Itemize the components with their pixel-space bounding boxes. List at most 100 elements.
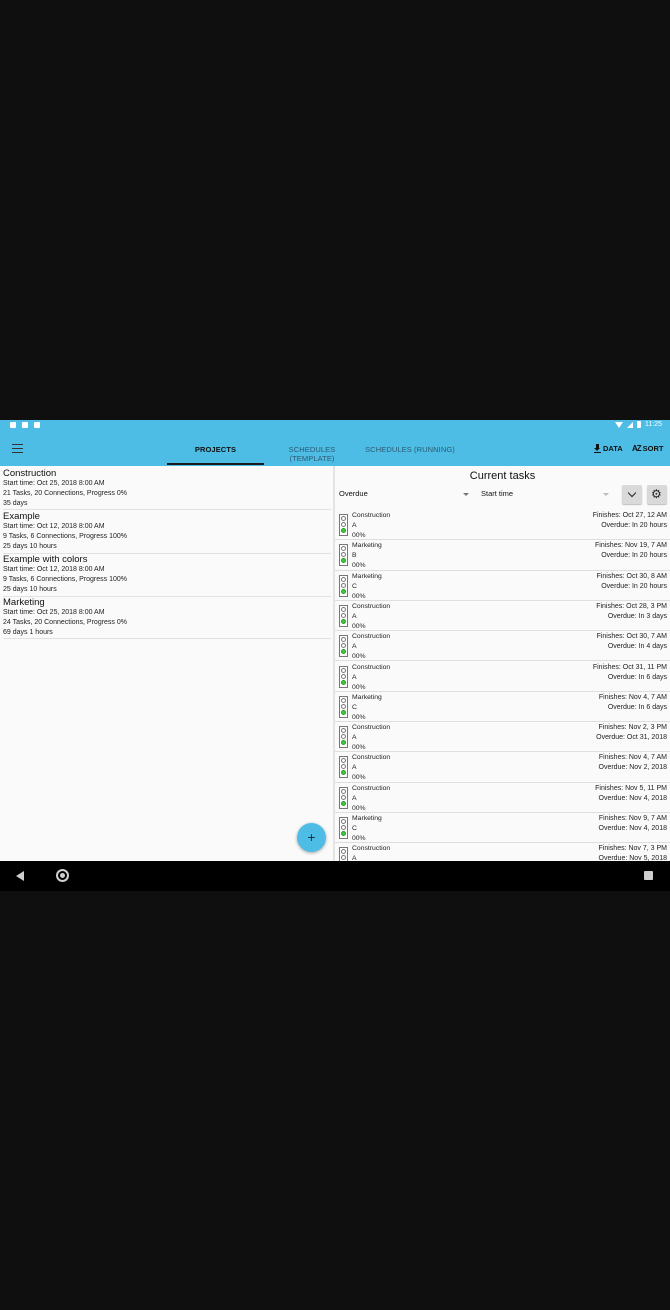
project-duration: 25 days 10 hours (3, 543, 57, 551)
project-duration: 25 days 10 hours (3, 586, 57, 594)
system-icons: 11:25 (615, 421, 662, 428)
lamp-off (341, 582, 346, 588)
lamp-green (341, 800, 346, 806)
task-finishes: Finishes: Oct 30, 8 AM (596, 572, 667, 580)
projects-list: Construction Start time: Oct 25, 2018 8:… (0, 466, 333, 861)
add-project-button[interactable]: + (297, 823, 326, 852)
task-row[interactable]: Marketing C 00% Finishes: Oct 30, 8 AM Overd… (335, 571, 670, 601)
task-finishes: Finishes: Nov 9, 7 AM (598, 815, 667, 822)
task-finishes: Finishes: Oct 27, 12 AM (592, 512, 667, 519)
task-row[interactable]: Construction A 00% Finishes: Oct 31, 11 PM O… (335, 662, 670, 692)
traffic-light-icon (339, 574, 348, 597)
sort-select[interactable]: Start time (481, 489, 609, 501)
task-project: Marketing (352, 693, 382, 701)
task-row[interactable]: Construction A 00% Finishes: Oct 30, 7 AM Ov… (335, 631, 670, 662)
task-name: B (352, 552, 357, 560)
tablet-screen: 11:25 PROJECTS SCHEDULES (TEMPLATE) SCHE… (0, 420, 670, 891)
task-name: A (352, 673, 357, 681)
task-project: Construction (352, 724, 391, 732)
task-row[interactable]: Marketing B 00% Finishes: Nov 19, 7 AM Overd… (335, 540, 670, 571)
lamp-off (341, 788, 346, 794)
task-project: Construction (352, 784, 391, 792)
task-row[interactable]: Construction A Finishes: Nov 7, 3 PM Overdu… (335, 843, 670, 861)
task-row[interactable]: Construction A 00% Finishes: Oct 28, 3 PM Ov… (335, 601, 670, 632)
expand-button[interactable] (622, 485, 642, 504)
tab-schedules-running[interactable]: SCHEDULES (RUNNING) (365, 445, 455, 454)
task-row[interactable]: Construction A 00% Finishes: Nov 5, 11 PM Ov… (335, 783, 670, 813)
task-overdue: Overdue: Nov 4, 2018 (598, 794, 668, 802)
lamp-off (341, 667, 346, 673)
task-name: A (352, 794, 357, 802)
lamp-off (341, 825, 346, 830)
home-icon[interactable] (56, 869, 69, 882)
lamp-off (341, 576, 346, 582)
lamp-green (341, 649, 346, 655)
sort-az-icon: AZ (632, 444, 642, 453)
task-overdue: Overdue: Nov 5, 2018 (598, 855, 668, 861)
task-project: Construction (352, 633, 391, 641)
lamp-off (341, 728, 346, 734)
task-finishes: Finishes: Nov 7, 3 PM (598, 845, 667, 853)
traffic-light-icon (339, 786, 348, 809)
data-button[interactable]: DATA (594, 444, 623, 453)
lamp-off (341, 758, 346, 764)
hamburger-menu-icon[interactable] (12, 444, 23, 453)
lamp-off (341, 606, 346, 612)
project-item[interactable]: Example with colors Start time: Oct 12, … (3, 554, 331, 597)
traffic-light-icon (339, 756, 348, 779)
traffic-light-icon (339, 665, 348, 688)
sort-button[interactable]: AZ SORT (632, 444, 664, 453)
project-duration: 35 days (3, 500, 28, 508)
project-info: 9 Tasks, 6 Connections, Progress 100% (3, 576, 127, 584)
lamp-green (341, 770, 346, 776)
project-start: Start time: Oct 12, 2018 8:00 AM (3, 523, 105, 530)
project-item[interactable]: Marketing Start time: Oct 25, 2018 8:00 … (3, 597, 331, 639)
settings-button[interactable]: ⚙ (647, 485, 667, 504)
project-item[interactable]: Example Start time: Oct 12, 2018 8:00 AM… (3, 511, 331, 554)
chevron-down-icon (463, 493, 469, 496)
filter-select-value: Overdue (339, 489, 368, 498)
project-info: 24 Tasks, 20 Connections, Progress 0% (3, 619, 127, 627)
lamp-off (341, 516, 346, 521)
lamp-off (341, 764, 346, 770)
traffic-light-icon (339, 604, 348, 627)
task-name: A (352, 643, 357, 651)
back-icon[interactable] (16, 871, 24, 881)
traffic-light-icon (339, 635, 348, 658)
task-overdue: Overdue: In 6 days (607, 703, 667, 711)
task-name: C (352, 825, 357, 832)
task-overdue: Overdue: Oct 31, 2018 (596, 734, 667, 742)
sort-select-value: Start time (481, 489, 514, 498)
task-row[interactable]: Construction A 00% Finishes: Oct 27, 12 AM O… (335, 510, 670, 541)
lamp-off (341, 612, 346, 618)
traffic-light-icon (339, 726, 348, 749)
task-project: Construction (352, 512, 391, 519)
task-finishes: Finishes: Nov 2, 3 PM (598, 724, 667, 732)
tab-projects[interactable]: PROJECTS (167, 445, 264, 454)
project-title: Example with colors (3, 554, 88, 565)
chevron-down-icon (603, 493, 609, 496)
project-item[interactable]: Construction Start time: Oct 25, 2018 8:… (3, 468, 331, 510)
project-title: Marketing (3, 597, 45, 608)
project-start: Start time: Oct 25, 2018 8:00 AM (3, 480, 105, 487)
project-title: Example (3, 511, 40, 522)
tab-schedules-template[interactable]: SCHEDULES (TEMPLATE) (266, 445, 358, 463)
app-bar: PROJECTS SCHEDULES (TEMPLATE) SCHEDULES … (0, 432, 670, 466)
task-row[interactable]: Marketing C 00% Finishes: Nov 4, 7 AM Overdu… (335, 692, 670, 723)
notification-icons (10, 422, 40, 428)
task-row[interactable]: Marketing C 00% Finishes: Nov 9, 7 AM Overdu… (335, 813, 670, 844)
task-row[interactable]: Construction A 00% Finishes: Nov 2, 3 PM Ove… (335, 722, 670, 753)
filter-select[interactable]: Overdue (339, 489, 469, 501)
lamp-green (341, 831, 346, 836)
task-overdue: Overdue: In 20 hours (601, 522, 667, 529)
lamp-green (341, 558, 346, 564)
lamp-green (341, 618, 346, 624)
task-finishes: Finishes: Nov 4, 7 AM (598, 693, 667, 701)
task-row[interactable]: Construction A 00% Finishes: Nov 4, 7 AM Ove… (335, 752, 670, 783)
data-button-label: DATA (603, 444, 623, 453)
recent-apps-icon[interactable] (644, 871, 653, 880)
lamp-green (341, 740, 346, 746)
traffic-light-icon (339, 514, 348, 536)
notification-icon (10, 422, 16, 428)
navigation-bar (0, 861, 670, 891)
